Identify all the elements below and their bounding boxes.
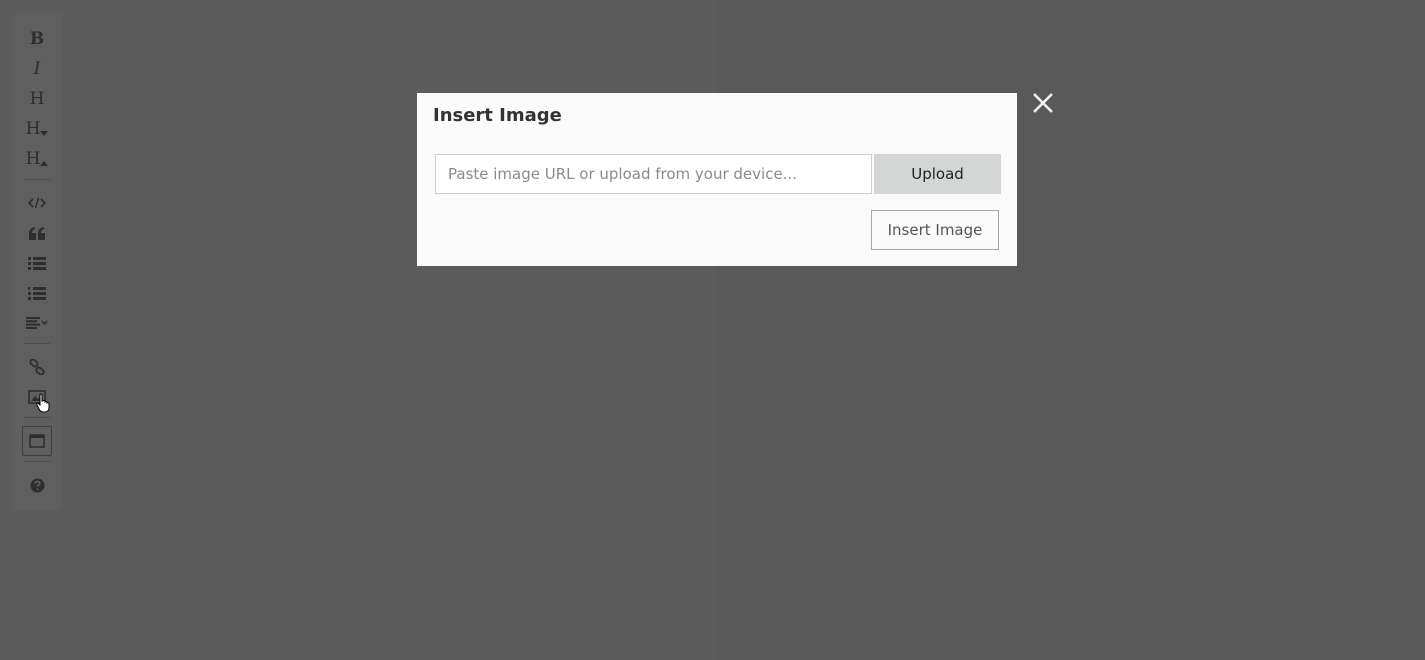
toolbar-divider — [24, 343, 50, 344]
close-icon[interactable] — [1030, 90, 1056, 116]
unordered-list-button[interactable] — [22, 248, 52, 278]
editor-toolbar: B I H H H — [12, 13, 62, 510]
bold-icon: B — [29, 28, 45, 49]
preview-icon — [29, 434, 45, 448]
heading-bigger-button[interactable]: H — [22, 144, 52, 174]
preview-button[interactable] — [22, 426, 52, 456]
unordered-list-icon — [28, 257, 46, 270]
link-icon — [29, 359, 45, 375]
help-button[interactable] — [22, 470, 52, 500]
ordered-list-button[interactable] — [22, 278, 52, 308]
heading-icon: H — [29, 88, 45, 109]
insert-image-dialog: Insert Image Upload Insert Image — [417, 93, 1017, 266]
caret-up-icon — [40, 161, 49, 166]
upload-button[interactable]: Upload — [874, 154, 1001, 194]
italic-button[interactable]: I — [22, 54, 52, 84]
align-dropdown-icon — [26, 317, 48, 329]
heading-button[interactable]: H — [22, 84, 52, 114]
quote-button[interactable] — [22, 218, 52, 248]
toolbar-divider — [24, 417, 50, 418]
link-button[interactable] — [22, 352, 52, 382]
quote-icon — [29, 226, 45, 240]
code-icon — [28, 197, 46, 209]
toolbar-divider — [24, 179, 50, 180]
code-button[interactable] — [22, 188, 52, 218]
image-url-input[interactable] — [435, 154, 872, 194]
heading-smaller-button[interactable]: H — [22, 114, 52, 144]
dialog-title: Insert Image — [433, 105, 562, 126]
bold-button[interactable]: B — [22, 24, 52, 54]
toolbar-divider — [24, 461, 50, 462]
caret-down-icon — [40, 131, 49, 136]
insert-image-button[interactable]: Insert Image — [871, 210, 999, 250]
heading-bigger-icon: H — [25, 148, 41, 169]
hand-pointer-cursor-icon — [36, 393, 50, 413]
ordered-list-icon — [28, 286, 46, 300]
italic-icon: I — [33, 58, 41, 79]
heading-smaller-icon: H — [25, 118, 41, 139]
align-dropdown-button[interactable] — [22, 308, 52, 338]
help-icon — [30, 478, 44, 492]
